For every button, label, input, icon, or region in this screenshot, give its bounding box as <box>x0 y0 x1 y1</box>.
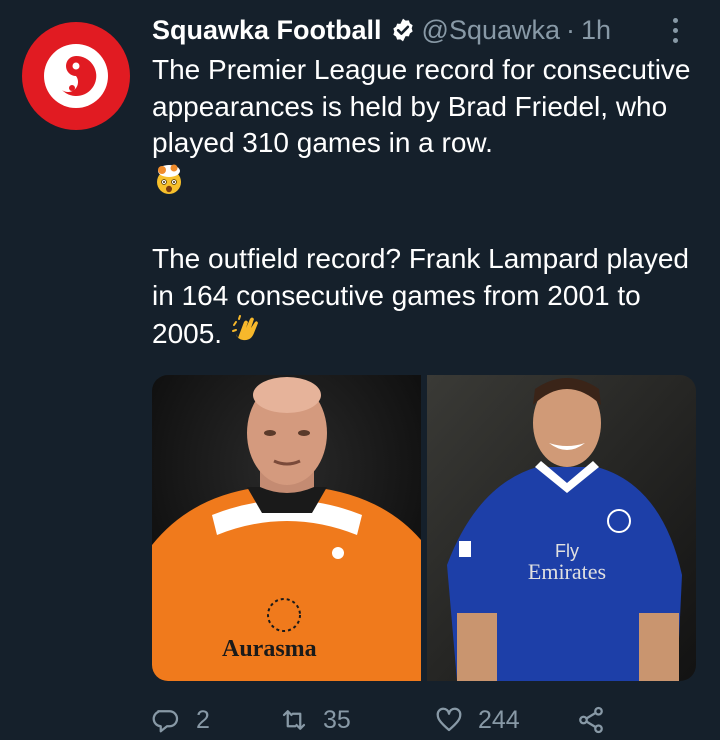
tweet-header: Squawka Football @Squawka · 1h <box>152 12 700 48</box>
heart-icon <box>436 707 462 732</box>
display-name[interactable]: Squawka Football <box>152 15 382 46</box>
photo-right[interactable]: Fly Emirates <box>427 375 696 681</box>
like-button[interactable]: 244 <box>434 705 576 735</box>
tweet-paragraph-text: The Premier League record for consecutiv… <box>152 54 691 158</box>
reply-button[interactable]: 2 <box>152 705 279 735</box>
squawka-logo-icon <box>44 44 108 108</box>
svg-text:Emirates: Emirates <box>528 559 606 584</box>
exploding-head-icon <box>152 162 186 206</box>
separator-dot: · <box>566 14 576 45</box>
like-count: 244 <box>478 705 520 734</box>
reply-count: 2 <box>196 705 210 734</box>
svg-text:Aurasma: Aurasma <box>222 636 317 662</box>
retweet-icon <box>282 710 306 730</box>
photo-left[interactable]: Aurasma <box>152 375 421 681</box>
svg-text:Fly: Fly <box>555 541 579 561</box>
tweet-paragraph: The Premier League record for consecutiv… <box>152 52 712 205</box>
tweet-text: The Premier League record for consecutiv… <box>152 52 712 358</box>
more-options-icon[interactable] <box>660 12 690 48</box>
reply-icon <box>152 710 179 733</box>
tweet-actions: 2 35 244 <box>152 700 672 740</box>
timestamp[interactable]: 1h <box>581 15 611 46</box>
retweet-button[interactable]: 35 <box>279 705 434 735</box>
user-handle[interactable]: @Squawka <box>422 15 560 46</box>
tweet-paragraph: The outfield record? Frank Lampard playe… <box>152 241 712 358</box>
media-gallery: Aurasma Fly Emirates <box>152 375 696 681</box>
share-icon <box>579 706 603 734</box>
share-button[interactable] <box>576 705 606 735</box>
retweet-count: 35 <box>323 705 351 734</box>
avatar[interactable] <box>22 22 130 130</box>
clapping-hands-icon <box>230 314 264 358</box>
verified-badge-icon <box>390 17 416 43</box>
